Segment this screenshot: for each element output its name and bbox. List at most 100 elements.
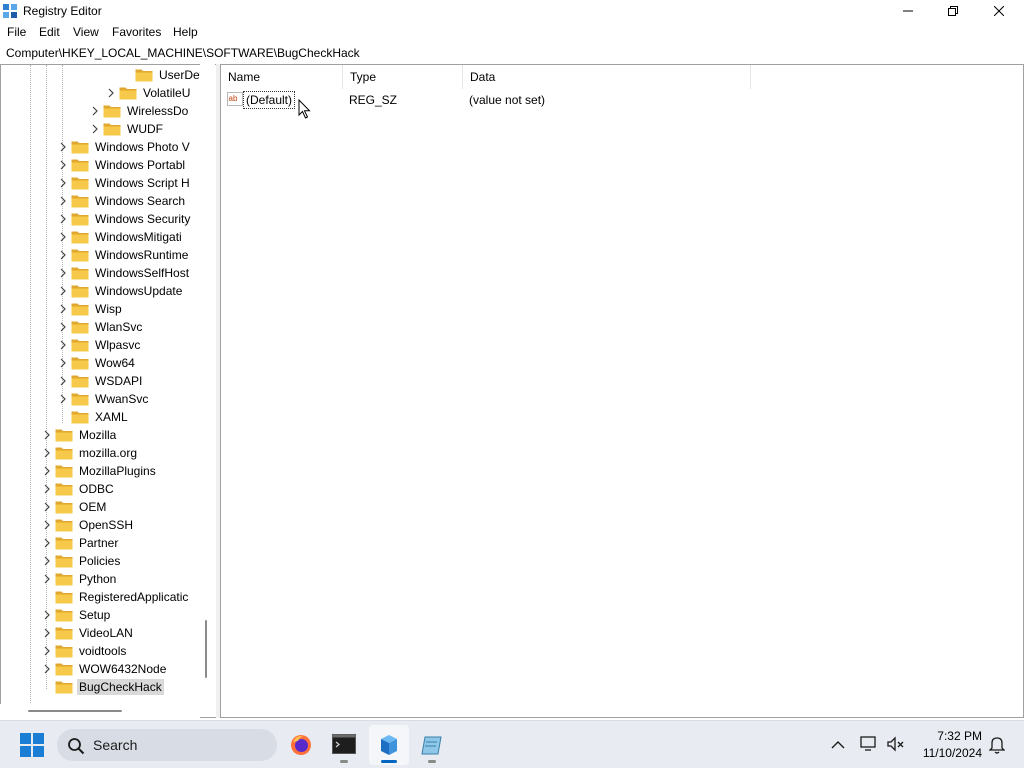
expand-chevron-icon[interactable] [57, 174, 69, 192]
tree-item[interactable]: XAML [57, 408, 130, 426]
expand-chevron-icon[interactable] [57, 138, 69, 156]
expand-chevron-icon[interactable] [41, 516, 53, 534]
taskbar-app-notepad[interactable] [412, 725, 452, 765]
column-header-name[interactable]: Name [221, 65, 343, 89]
expand-chevron-icon[interactable] [89, 102, 101, 120]
expand-chevron-icon[interactable] [41, 642, 53, 660]
tree-vertical-scroll-thumb[interactable] [205, 620, 207, 678]
tree-horizontal-scrollbar[interactable] [0, 704, 200, 718]
folder-icon [55, 663, 73, 676]
tree-item[interactable]: WindowsSelfHost [57, 264, 191, 282]
expand-chevron-icon[interactable] [89, 120, 101, 138]
expand-chevron-icon[interactable] [57, 282, 69, 300]
taskbar-app-firefox[interactable] [281, 725, 321, 765]
tree-item[interactable]: Windows Search [57, 192, 187, 210]
tree-item[interactable]: Windows Script H [57, 174, 192, 192]
taskbar-app-terminal[interactable] [324, 725, 364, 765]
windows-start-icon[interactable] [20, 733, 44, 757]
tree-item[interactable]: WindowsMitigati [57, 228, 184, 246]
tree-horizontal-scroll-thumb[interactable] [28, 710, 122, 712]
expand-chevron-icon[interactable] [41, 444, 53, 462]
tree-item[interactable]: WOW6432Node [41, 660, 168, 678]
tree-item[interactable]: Windows Photo V [57, 138, 192, 156]
expand-chevron-icon[interactable] [57, 390, 69, 408]
tree-item[interactable]: VolatileU [105, 84, 192, 102]
tree-item[interactable]: OpenSSH [41, 516, 135, 534]
address-bar[interactable]: Computer\HKEY_LOCAL_MACHINE\SOFTWARE\Bug… [0, 44, 1024, 62]
value-name[interactable]: (Default) [243, 91, 296, 109]
expand-chevron-icon[interactable] [41, 462, 53, 480]
tree-item[interactable]: VideoLAN [41, 624, 135, 642]
tree-item[interactable]: voidtools [41, 642, 128, 660]
menu-file[interactable]: File [7, 25, 26, 39]
tree-item[interactable]: Mozilla [41, 426, 118, 444]
menu-help[interactable]: Help [173, 25, 198, 39]
tree-item[interactable]: Windows Security [57, 210, 192, 228]
tree-item[interactable]: WSDAPI [57, 372, 144, 390]
menu-favorites[interactable]: Favorites [112, 25, 161, 39]
tree-item[interactable]: WindowsRuntime [57, 246, 190, 264]
tree-item[interactable]: Wisp [57, 300, 124, 318]
tree-item[interactable]: Wlpasvc [57, 336, 142, 354]
column-header-data[interactable]: Data [463, 65, 751, 89]
column-header-type[interactable]: Type [343, 65, 463, 89]
tree-item[interactable]: Python [41, 570, 118, 588]
tree-item[interactable]: Setup [41, 606, 112, 624]
expand-chevron-icon[interactable] [57, 372, 69, 390]
taskbar-search-box[interactable]: Search [57, 729, 277, 761]
tree-item[interactable]: WUDF [89, 120, 165, 138]
tree-item[interactable]: MozillaPlugins [41, 462, 158, 480]
tree-item[interactable]: WirelessDo [89, 102, 190, 120]
expand-chevron-icon[interactable] [41, 570, 53, 588]
expand-chevron-icon[interactable] [41, 534, 53, 552]
expand-chevron-icon[interactable] [57, 300, 69, 318]
expand-chevron-icon[interactable] [57, 354, 69, 372]
volume-muted-icon[interactable] [887, 736, 905, 752]
tree-item[interactable]: UserDefi [121, 66, 208, 84]
expand-chevron-icon[interactable] [41, 426, 53, 444]
tree-item[interactable]: RegisteredApplicatic [41, 588, 190, 606]
expand-chevron-icon[interactable] [57, 210, 69, 228]
expand-chevron-icon[interactable] [41, 552, 53, 570]
address-path[interactable]: Computer\HKEY_LOCAL_MACHINE\SOFTWARE\Bug… [6, 46, 360, 60]
tree-item[interactable]: ODBC [41, 480, 116, 498]
expand-chevron-icon[interactable] [57, 156, 69, 174]
expand-chevron-icon[interactable] [41, 606, 53, 624]
tree-item[interactable]: BugCheckHack [41, 678, 164, 696]
expand-chevron-icon[interactable] [57, 228, 69, 246]
clock-time[interactable]: 7:32 PM [920, 729, 982, 743]
tree-item[interactable]: WwanSvc [57, 390, 150, 408]
menu-edit[interactable]: Edit [39, 25, 60, 39]
tree-item[interactable]: WindowsUpdate [57, 282, 184, 300]
tree-item[interactable]: Policies [41, 552, 122, 570]
menu-view[interactable]: View [73, 25, 99, 39]
tree-item[interactable]: mozilla.org [41, 444, 139, 462]
expand-chevron-icon[interactable] [57, 264, 69, 282]
minimize-button[interactable] [885, 0, 931, 22]
notifications-bell-icon[interactable] [989, 736, 1005, 754]
expand-chevron-icon[interactable] [41, 660, 53, 678]
tree-item[interactable]: WlanSvc [57, 318, 144, 336]
tree-item[interactable]: OEM [41, 498, 108, 516]
expand-chevron-icon[interactable] [57, 336, 69, 354]
expand-chevron-icon[interactable] [57, 318, 69, 336]
chevron-up-icon[interactable] [831, 740, 845, 750]
taskbar-app-registry-editor[interactable] [369, 725, 409, 765]
values-list[interactable]: Name Type Data ab (Default) REG_SZ (valu… [220, 64, 1024, 718]
expand-chevron-icon[interactable] [41, 498, 53, 516]
close-button[interactable] [976, 0, 1022, 22]
expand-chevron-icon[interactable] [41, 624, 53, 642]
expand-chevron-icon[interactable] [57, 192, 69, 210]
restore-button[interactable] [930, 0, 976, 22]
tree-item[interactable]: Wow64 [57, 354, 137, 372]
tree-vertical-scrollbar[interactable] [200, 64, 215, 704]
tree-item[interactable]: Partner [41, 534, 120, 552]
network-icon[interactable] [860, 736, 878, 752]
tree-item[interactable]: Windows Portabl [57, 156, 187, 174]
value-row[interactable]: ab (Default) REG_SZ (value not set) [225, 91, 925, 109]
clock-date[interactable]: 11/10/2024 [918, 746, 982, 760]
key-tree[interactable]: UserDefi VolatileU WirelessDo WUDF Windows P… [0, 64, 216, 718]
expand-chevron-icon[interactable] [57, 246, 69, 264]
expand-chevron-icon[interactable] [41, 480, 53, 498]
expand-chevron-icon[interactable] [105, 84, 117, 102]
